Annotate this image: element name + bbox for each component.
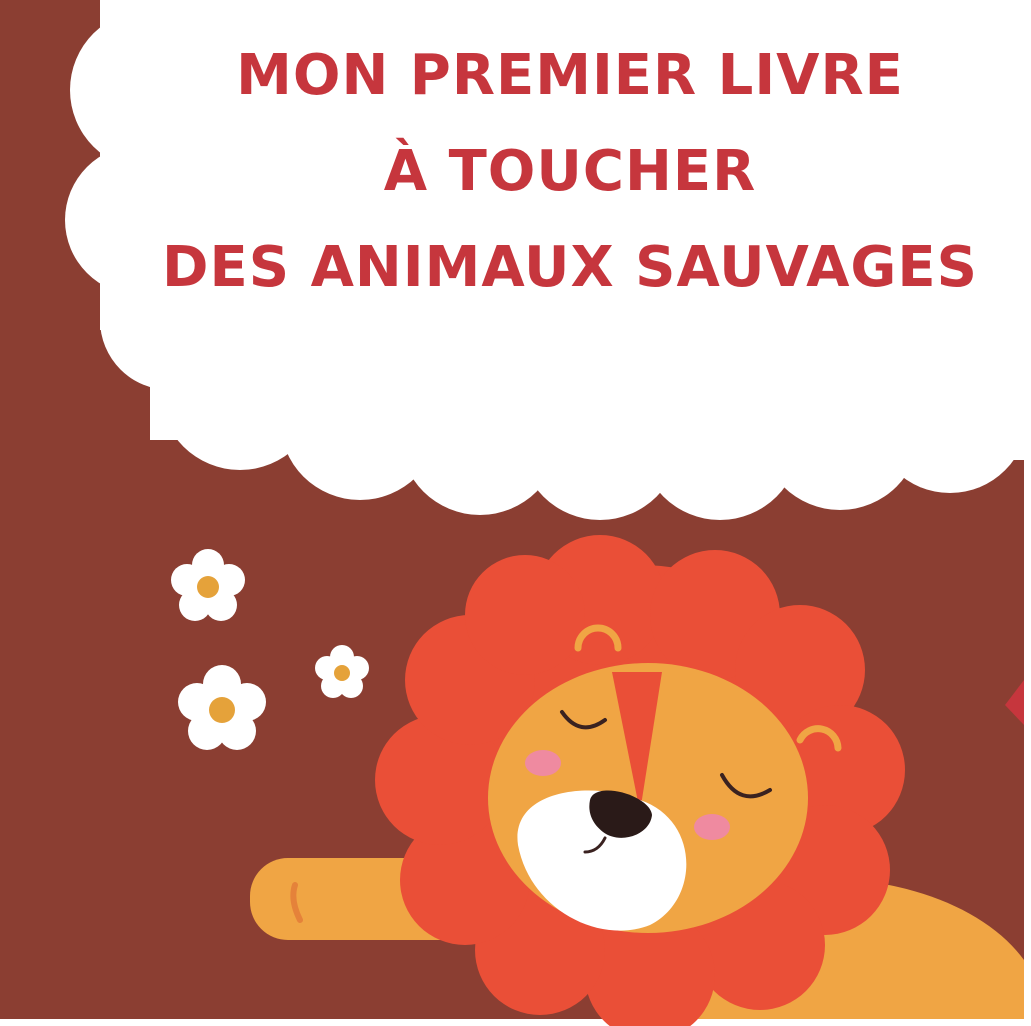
title-line-1: MON PREMIER LIVRE — [236, 43, 904, 108]
book-title: MON PREMIER LIVRE À TOUCHER DES ANIMAUX … — [110, 28, 1030, 316]
lion-cheek-right — [694, 814, 730, 840]
title-line-3: DES ANIMAUX SAUVAGES — [162, 235, 978, 300]
page-border-bottom — [0, 1019, 1031, 1026]
lion-cheek-left — [525, 750, 561, 776]
book-cover: MON PREMIER LIVRE À TOUCHER DES ANIMAUX … — [0, 0, 1031, 1026]
title-line-2: À TOUCHER — [383, 139, 757, 204]
